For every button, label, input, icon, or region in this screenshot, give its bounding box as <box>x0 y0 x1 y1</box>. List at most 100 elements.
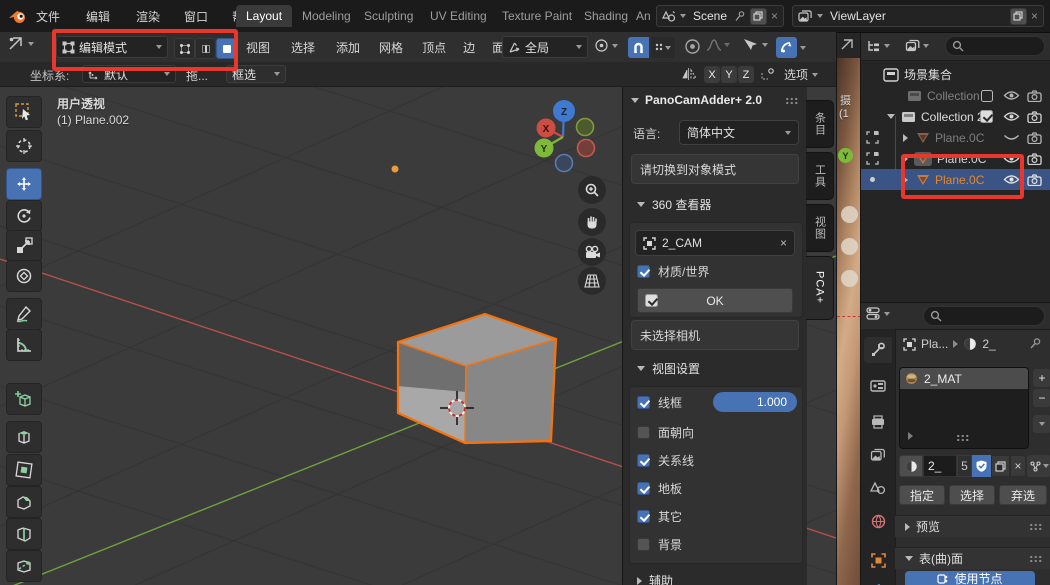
floor-checkbox[interactable] <box>637 482 650 495</box>
fake-user-shield-button[interactable] <box>972 455 991 477</box>
other-checkbox[interactable] <box>637 510 650 523</box>
menu-select[interactable]: 选择 <box>285 39 321 56</box>
face-orientation-toggle[interactable]: 面朝向 <box>637 424 694 441</box>
mini-zoom-button[interactable] <box>841 206 858 223</box>
expand-arrow-icon[interactable] <box>887 114 895 119</box>
relationship-lines-toggle[interactable]: 关系线 <box>637 452 694 469</box>
workspace-tab-texture-paint[interactable]: Texture Paint <box>492 5 582 27</box>
menu-mesh[interactable]: 网格 <box>373 39 409 56</box>
tool-select-box[interactable] <box>6 96 42 128</box>
outliner-row-plane-2[interactable]: Plane.0C <box>861 148 1050 169</box>
camera-object-field[interactable]: 2_CAM × <box>635 230 795 256</box>
view-settings-header[interactable]: 视图设置 <box>637 360 700 377</box>
snap-toggle[interactable] <box>628 37 649 58</box>
assign-button[interactable]: 指定 <box>899 485 945 505</box>
deselect-button[interactable]: 弃选 <box>999 485 1047 505</box>
object-icon[interactable] <box>903 338 916 351</box>
slot-list-expand-icon[interactable] <box>908 432 913 440</box>
copy-datablock-icon[interactable] <box>991 455 1010 477</box>
mirror-z-toggle[interactable]: Z <box>738 66 754 83</box>
tool-extrude-region[interactable] <box>6 421 42 453</box>
background-toggle[interactable]: 背景 <box>637 536 682 553</box>
material-name-field[interactable]: 2_ <box>923 455 957 477</box>
menu-file[interactable]: 文件 <box>30 8 66 25</box>
camera-visibility-icon[interactable] <box>1027 174 1042 186</box>
node-view-dropdown[interactable] <box>1027 455 1050 477</box>
tool-annotate[interactable] <box>6 298 42 330</box>
outliner-search-input[interactable] <box>945 36 1045 56</box>
relationship-lines-checkbox[interactable] <box>637 454 650 467</box>
close-icon[interactable]: × <box>771 9 778 23</box>
eye-icon[interactable] <box>1003 174 1020 185</box>
exclude-checkbox[interactable] <box>981 90 993 102</box>
npanel-tab-pca[interactable]: PCA+ <box>806 256 834 320</box>
select-box-mode-dropdown[interactable]: 框选 <box>226 65 286 83</box>
tab-render[interactable] <box>864 373 892 399</box>
drag-dropdown[interactable]: 拖... <box>186 67 208 84</box>
outliner-row-scene-collection[interactable]: 场景集合 <box>861 64 1050 85</box>
tool-bevel[interactable] <box>6 486 42 518</box>
outliner-row-plane-3-selected[interactable]: Plane.0C <box>861 169 1050 190</box>
tool-add-cube[interactable] <box>6 383 42 415</box>
menu-edge[interactable]: 边 <box>457 39 481 56</box>
workspace-tab-shading[interactable]: Shading <box>574 5 638 27</box>
eye-icon[interactable] <box>1003 90 1020 101</box>
mini-axis-y-ball[interactable]: Y <box>838 148 853 163</box>
material-slot-list[interactable]: 2_MAT <box>899 367 1029 449</box>
material-world-checkbox[interactable] <box>637 265 650 278</box>
workspace-tab-uv-editing[interactable]: UV Editing <box>420 5 497 27</box>
camera-visibility-icon[interactable] <box>1027 111 1042 123</box>
mode-dropdown[interactable]: 编辑模式 <box>56 36 168 58</box>
npanel-tab-view[interactable]: 视图 <box>806 204 834 252</box>
snap-settings-dropdown[interactable] <box>651 37 675 58</box>
menu-view[interactable]: 视图 <box>240 39 276 56</box>
tab-view-layer[interactable] <box>864 442 892 468</box>
axis-neg-x[interactable] <box>578 140 595 157</box>
workspace-tab-sculpting[interactable]: Sculpting <box>354 5 423 27</box>
slot-list-drag-dots-icon[interactable] <box>956 434 970 441</box>
menu-vertex[interactable]: 顶点 <box>416 39 452 56</box>
tool-cursor[interactable] <box>6 130 42 162</box>
unlink-icon[interactable]: × <box>1010 455 1026 477</box>
workspace-tab-animation-truncated[interactable]: An <box>632 5 655 27</box>
material-browse-button[interactable] <box>899 455 923 477</box>
material-sphere-icon[interactable] <box>963 337 977 351</box>
wireframe-checkbox[interactable] <box>637 396 650 409</box>
proportional-falloff-dropdown[interactable] <box>706 38 730 52</box>
eye-icon[interactable] <box>1003 111 1020 122</box>
mini-pan-button[interactable] <box>841 238 858 255</box>
workspace-tab-modeling[interactable]: Modeling <box>292 5 361 27</box>
new-scene-copy-icon[interactable] <box>750 8 767 25</box>
pivot-point-dropdown[interactable] <box>594 38 618 53</box>
select-mode-vertex[interactable] <box>174 38 195 59</box>
mini-camera-button[interactable] <box>841 270 858 287</box>
menu-add[interactable]: 添加 <box>330 39 366 56</box>
workspace-tab-layout[interactable]: Layout <box>236 5 292 27</box>
other-toggle[interactable]: 其它 <box>637 508 682 525</box>
pan-nav-button[interactable] <box>578 208 606 236</box>
camera-visibility-icon[interactable] <box>1027 132 1042 144</box>
eye-closed-icon[interactable] <box>1003 134 1020 142</box>
cube-mesh[interactable] <box>398 314 556 443</box>
tool-inset-faces[interactable] <box>6 454 42 486</box>
breadcrumb-object[interactable]: Pla... <box>921 337 948 351</box>
options-dropdown[interactable]: 选项 <box>784 66 818 83</box>
outliner-row-collection-2[interactable]: Collection 2 <box>861 106 1050 127</box>
remove-slot-button[interactable]: − <box>1033 389 1050 407</box>
proportional-edit-toggle[interactable] <box>684 38 701 55</box>
face-orientation-checkbox[interactable] <box>637 426 650 439</box>
tab-scene[interactable] <box>864 475 892 501</box>
exclude-checkbox[interactable] <box>980 110 993 123</box>
expand-arrow-icon[interactable] <box>903 155 908 163</box>
npanel-tab-tool[interactable]: 工具 <box>806 152 834 200</box>
mirror-y-toggle[interactable]: Y <box>721 66 737 83</box>
tab-output[interactable] <box>864 409 892 435</box>
camera-viewport-strip[interactable]: 摄 (1 Y <box>836 32 861 585</box>
camera-visibility-icon[interactable] <box>1027 153 1042 165</box>
axis-neg-z[interactable] <box>556 155 573 172</box>
zoom-nav-button[interactable] <box>578 176 606 204</box>
outliner-row-plane-1[interactable]: Plane.0C <box>861 127 1050 148</box>
expand-arrow-icon[interactable] <box>903 134 908 142</box>
pin-icon[interactable] <box>734 10 746 22</box>
camera-visibility-icon[interactable] <box>1027 90 1042 102</box>
